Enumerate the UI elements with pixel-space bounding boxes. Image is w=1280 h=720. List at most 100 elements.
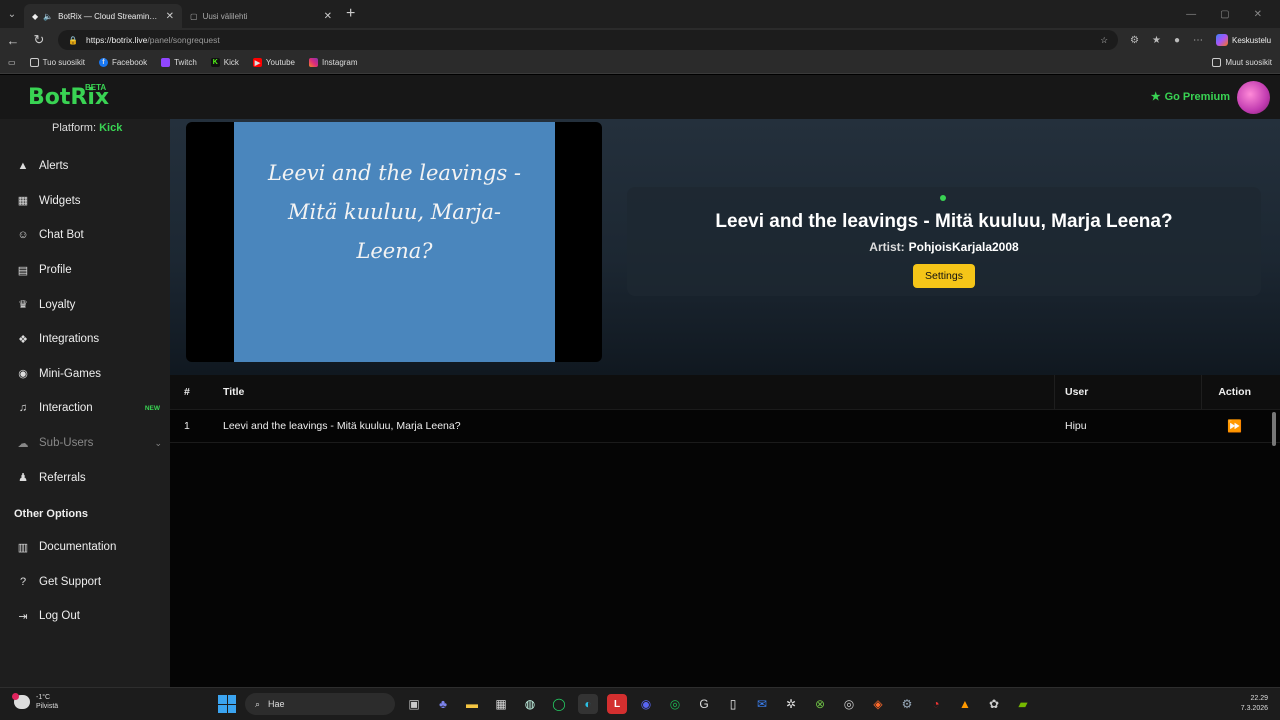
github-icon[interactable]: G <box>694 694 714 714</box>
now-playing-title: Leevi and the leavings - Mitä kuuluu, Ma… <box>715 211 1173 232</box>
temperature: -1°C <box>36 694 51 701</box>
column-action: Action <box>1218 386 1251 398</box>
sidebar-item-chat-bot[interactable]: ☺ Chat Bot <box>0 218 170 253</box>
whatsapp-icon[interactable]: ◯ <box>549 694 569 714</box>
close-tab-icon[interactable]: ✕ <box>166 11 174 22</box>
botrix-favicon-icon: ◆ <box>32 11 39 21</box>
lock-icon[interactable]: 🔒 <box>68 36 78 45</box>
close-tab-icon[interactable]: ✕ <box>324 11 332 22</box>
video-player[interactable]: Leevi and the leavings - Mitä kuuluu, Ma… <box>186 122 602 362</box>
discord-icon[interactable]: ◉ <box>636 694 656 714</box>
more-icon[interactable]: ⋯ <box>1193 35 1203 46</box>
tab-audio-icon[interactable]: 🔈 <box>43 12 53 21</box>
column-divider <box>1201 375 1202 409</box>
sidebar-item-log-out[interactable]: ⇥ Log Out <box>0 599 170 634</box>
instagram-icon <box>308 58 318 67</box>
close-window-icon[interactable]: ✕ <box>1254 9 1262 20</box>
refresh-icon[interactable]: ↻ <box>32 32 46 48</box>
task-view-icon[interactable]: ▣ <box>404 694 424 714</box>
sidebar-item-get-support[interactable]: ? Get Support <box>0 565 170 600</box>
mail-icon[interactable]: ✉ <box>752 694 772 714</box>
bookmark-youtube[interactable]: ▶ Youtube <box>252 58 295 67</box>
settings-gear-icon[interactable]: ⚙ <box>897 694 917 714</box>
queue-table: # Title User Action 1 Leevi and the leav… <box>170 375 1280 446</box>
table-header: # Title User Action <box>170 375 1280 409</box>
extensions-icon[interactable]: ⚙ <box>1130 35 1139 46</box>
bookmark-facebook[interactable]: f Facebook <box>98 58 147 67</box>
beta-badge: BETA <box>85 83 107 92</box>
bookmark-other[interactable]: Muut suosikit <box>1212 58 1272 67</box>
sidebar-item-label: Sub-Users <box>39 437 94 450</box>
skip-song-icon[interactable]: ⏩ <box>1227 419 1242 433</box>
cubes-icon: ❖ <box>18 333 28 346</box>
sidebar-item-label: Widgets <box>39 194 81 207</box>
tab-botrix[interactable]: ◆ 🔈 BotRix — Cloud Streaming Bot ✕ <box>24 4 182 28</box>
clock-time: 22.29 <box>1250 695 1268 702</box>
sidebar-item-documentation[interactable]: ▥ Documentation <box>0 530 170 565</box>
vlc-icon[interactable]: ▲ <box>955 694 975 714</box>
sidebar-item-loyalty[interactable]: ♛ Loyalty <box>0 287 170 322</box>
bookmark-twitch[interactable]: Twitch <box>161 58 197 67</box>
sidebar-item-widgets[interactable]: ▦ Widgets <box>0 184 170 219</box>
favorite-star-icon[interactable]: ☆ <box>1100 35 1108 46</box>
brave-icon[interactable]: ◈ <box>868 694 888 714</box>
nvidia-icon[interactable]: ▰ <box>1013 694 1033 714</box>
column-number: # <box>184 386 190 398</box>
bookmark-instagram[interactable]: Instagram <box>308 58 358 67</box>
sidebar-item-interaction[interactable]: ♫ Interaction NEW <box>0 391 170 426</box>
artist-line: Artist: PohjoisKarjala2008 <box>627 240 1261 254</box>
copilot-icon <box>1215 34 1228 46</box>
column-user: User <box>1065 386 1089 398</box>
sidebar-item-alerts[interactable]: ▲ Alerts <box>0 149 170 184</box>
spotify-icon[interactable]: ◎ <box>665 694 685 714</box>
notepad-icon[interactable]: ▯ <box>723 694 743 714</box>
star-icon: ★ <box>1150 91 1161 103</box>
back-icon[interactable]: ← <box>6 33 20 48</box>
sidebar-item-mini-games[interactable]: ◉ Mini-Games <box>0 357 170 392</box>
app-l-icon[interactable]: L <box>607 694 627 714</box>
bookmark-label: Twitch <box>174 58 197 67</box>
steam-icon[interactable]: ◍ <box>520 694 540 714</box>
teams-icon[interactable]: ♣ <box>433 694 453 714</box>
weather-widget[interactable]: -1°C Pilvistä <box>12 693 58 711</box>
scrollbar[interactable] <box>1272 412 1276 446</box>
tab-new[interactable]: ▢ Uusi välilehti ✕ <box>182 4 340 28</box>
maximize-icon[interactable]: ▢ <box>1220 9 1229 20</box>
store-icon[interactable]: ▦ <box>491 694 511 714</box>
favorites-icon[interactable]: ★ <box>1152 35 1161 46</box>
go-premium-button[interactable]: ★ Go Premium <box>1150 90 1230 104</box>
app-red-icon[interactable]: ◔ <box>926 694 946 714</box>
steelseries-icon[interactable]: ✲ <box>781 694 801 714</box>
book-icon: ▥ <box>17 541 29 554</box>
app-notification-icon[interactable]: ✿ <box>984 694 1004 714</box>
tab-actions-icon[interactable]: ⌄ <box>0 0 24 28</box>
file-explorer-icon[interactable]: ▬ <box>462 694 482 714</box>
profile-icon[interactable]: ● <box>1174 35 1180 46</box>
system-clock[interactable]: 22.29 7.3.2026 <box>1241 694 1268 714</box>
bookmark-import[interactable]: Tuo suosikit <box>29 58 85 67</box>
facebook-icon: f <box>98 58 108 67</box>
new-tab-button[interactable]: + <box>346 5 355 23</box>
sidebar-toggle-icon[interactable]: ▭ <box>8 58 16 67</box>
copilot-button[interactable]: Keskustelu <box>1215 34 1271 46</box>
sidebar-item-label: Get Support <box>39 575 102 588</box>
avatar[interactable] <box>1237 81 1270 114</box>
grid-icon: ▦ <box>17 195 29 208</box>
sidebar-item-referrals[interactable]: ♟ Referrals <box>0 460 170 495</box>
taskbar-search[interactable]: ⌕ Hae <box>245 693 395 715</box>
bookmark-kick[interactable]: K Kick <box>210 58 239 67</box>
url-field[interactable]: 🔒 https://botrix.live/panel/songrequest … <box>58 30 1118 50</box>
sidebar-item-sub-users[interactable]: ☁ Sub-Users ⌄ <box>0 426 170 461</box>
url-host: https://botrix.live <box>85 35 148 45</box>
minimize-icon[interactable]: — <box>1186 9 1196 20</box>
obs-icon[interactable]: ◎ <box>839 694 859 714</box>
windows-start-icon[interactable] <box>218 695 236 713</box>
sidebar-item-profile[interactable]: ▤ Profile <box>0 253 170 288</box>
xbox-icon[interactable]: ⊗ <box>810 694 830 714</box>
settings-button[interactable]: Settings <box>913 264 975 288</box>
bookmark-label: Youtube <box>265 58 295 67</box>
sidebar-item-integrations[interactable]: ❖ Integrations <box>0 322 170 357</box>
bookmark-label: Kick <box>223 58 239 67</box>
bookmarks-bar: ▭ Tuo suosikit f Facebook Twitch K Kick ▶ Y… <box>0 52 1280 74</box>
edge-icon[interactable]: ◐ <box>578 694 598 714</box>
